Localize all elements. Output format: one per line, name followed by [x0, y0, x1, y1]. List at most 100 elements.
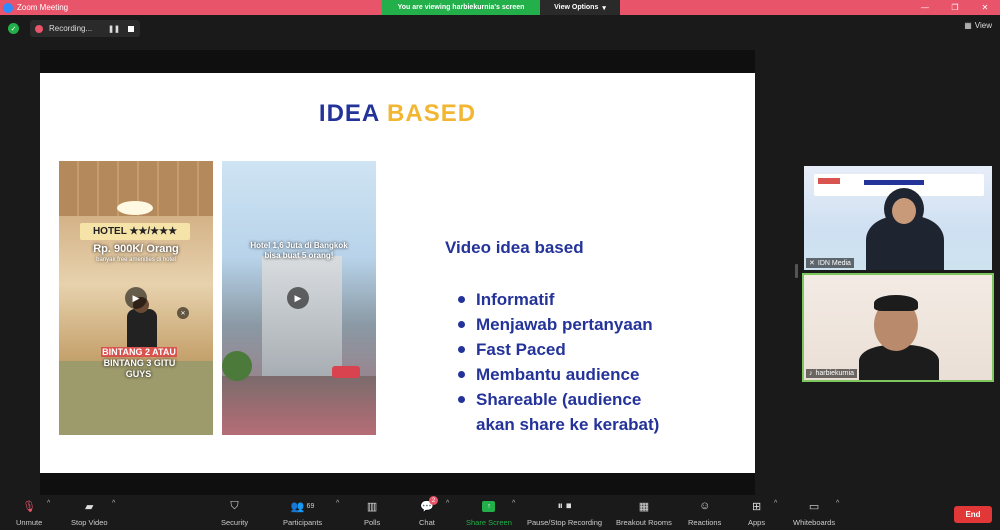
pause-stop-recording-label: Pause/Stop Recording [527, 518, 603, 527]
participants-caret-icon[interactable]: ^ [336, 500, 339, 507]
participant-tile-active-speaker[interactable]: ♪ harbiekurnia [802, 273, 994, 382]
apps-button[interactable]: ⊞ Apps [748, 499, 766, 528]
video-thumbnail-bangkok: Hotel 1,6 Juta di Bangkok bisa buat 5 or… [222, 161, 376, 435]
share-screen-label: Share Screen [466, 518, 512, 527]
view-button-label: View [974, 21, 992, 30]
view-options-label: View Options [554, 4, 599, 11]
microphone-muted-icon: 🎙 [22, 500, 37, 513]
view-options-button[interactable]: View Options ▾ [540, 0, 620, 15]
price-text: Rp. 900K/ Orang [93, 243, 179, 255]
chevron-down-icon: ▾ [602, 4, 606, 12]
unmute-button[interactable]: 🎙 Unmute [16, 499, 43, 528]
bullet-dot-icon [458, 321, 465, 328]
chat-button[interactable]: 💬 2 Chat [419, 496, 439, 527]
video-options-caret-icon[interactable]: ^ [112, 500, 115, 507]
security-button[interactable]: ⛉ Security [221, 499, 248, 528]
recording-indicator: Recording... ❚❚ [30, 20, 140, 37]
face-image [892, 198, 916, 224]
whiteboards-caret-icon[interactable]: ^ [836, 500, 839, 507]
participant-name: harbiekurnia [815, 370, 855, 377]
mute-video-icon[interactable]: ✕ [177, 307, 189, 319]
bullet-text: akan share ke kerabat) [476, 415, 660, 434]
zoom-logo-icon [3, 2, 13, 13]
bullet-text: Fast Paced [476, 340, 566, 359]
audio-options-caret-icon[interactable]: ^ [47, 500, 50, 507]
breakout-rooms-button[interactable]: ▦ Breakout Rooms [616, 499, 672, 528]
slide-title-part2: BASED [387, 100, 477, 127]
hotel-rating-label: HOTEL ★★/★★★ [80, 223, 190, 240]
participants-label: Participants [283, 518, 323, 527]
restore-button[interactable]: ❐ [940, 0, 970, 15]
polls-label: Polls [364, 518, 381, 527]
bullet-item: Menjawab pertanyaan [458, 312, 659, 337]
hair-image [874, 295, 918, 311]
stop-video-label: Stop Video [71, 518, 108, 527]
bullet-dot-icon [458, 371, 465, 378]
video-thumbnail-hotel: HOTEL ★★/★★★ Rp. 900K/ Orang banyak free… [59, 161, 213, 435]
unmute-label: Unmute [16, 518, 43, 527]
chat-label: Chat [419, 518, 435, 527]
pause-icon[interactable]: ❚❚ [108, 25, 120, 33]
bullet-list: Informatif Menjawab pertanyaan Fast Pace… [458, 287, 659, 437]
grid-icon: ▦ [964, 21, 972, 30]
stop-icon[interactable] [127, 25, 134, 32]
pause-stop-recording-button[interactable]: ⏸ ⏹ Pause/Stop Recording [527, 499, 603, 528]
stop-video-button[interactable]: ▰ Stop Video [71, 499, 108, 528]
participants-icon: 👥 69 [290, 500, 315, 513]
info-bar: ✓ Recording... ❚❚ ▦ View [0, 15, 1000, 42]
window-title: Zoom Meeting [17, 3, 69, 12]
banner-text-image [864, 180, 924, 185]
gallery-scroll-handle[interactable] [795, 264, 798, 278]
bullet-text: Informatif [476, 290, 555, 309]
caption-line1: BINTANG 2 ATAU [101, 347, 177, 357]
reactions-button[interactable]: ☺ Reactions [688, 499, 721, 527]
building-image [262, 256, 342, 396]
view-button[interactable]: ▦ View [964, 21, 992, 30]
share-screen-button[interactable]: ↑ Share Screen [466, 499, 512, 527]
bullet-continuation: akan share ke kerabat) [458, 412, 659, 437]
shield-icon[interactable]: ✓ [8, 23, 19, 34]
amenities-text: banyak free amenities di hotel [96, 257, 176, 263]
participants-button[interactable]: 👥 69 Participants [283, 499, 323, 528]
street-image [222, 376, 376, 435]
share-caret-icon[interactable]: ^ [512, 500, 515, 507]
chat-caret-icon[interactable]: ^ [446, 500, 449, 507]
apps-label: Apps [748, 518, 766, 527]
bullet-text: Shareable (audience [476, 390, 642, 409]
slide-title-part1: IDEA [318, 100, 380, 127]
bangkok-caption-line1: Hotel 1,6 Juta di Bangkok [250, 241, 348, 250]
bullet-item: Informatif [458, 287, 659, 312]
share-arrow-icon: ↑ [482, 500, 496, 512]
whiteboards-button[interactable]: ▭ Whiteboards [793, 499, 835, 528]
bullet-item: Fast Paced [458, 337, 659, 362]
participant-tile[interactable]: ✕ IDN Media [804, 166, 992, 270]
participants-count: 69 [306, 502, 315, 510]
chat-icon: 💬 2 [420, 496, 439, 513]
shared-slide: IDEA BASED HOTEL ★★/★★★ Rp. 900K/ Orang … [40, 73, 755, 473]
car-image [332, 366, 360, 378]
end-meeting-button[interactable]: End [954, 506, 992, 523]
record-icon [35, 24, 43, 33]
slide-title: IDEA BASED [40, 100, 755, 128]
person-image [127, 309, 157, 349]
microphone-icon: ♪ [809, 370, 813, 377]
bangkok-caption: Hotel 1,6 Juta di Bangkok bisa buat 5 or… [222, 241, 376, 261]
recording-label: Recording... [49, 24, 93, 33]
bangkok-caption-line2: bisa buat 5 orang! [264, 251, 334, 260]
breakout-rooms-label: Breakout Rooms [616, 518, 672, 527]
share-screen-icon: ↑ [482, 499, 496, 513]
lamp-image [117, 201, 153, 215]
breakout-rooms-icon: ▦ [638, 500, 650, 513]
polls-button[interactable]: ▥ Polls [364, 499, 381, 528]
apps-caret-icon[interactable]: ^ [774, 500, 777, 507]
bullet-item: Shareable (audience [458, 387, 659, 412]
viewing-screen-banner: You are viewing harbiekurnia's screen [382, 0, 540, 15]
play-icon[interactable]: ▶ [287, 287, 309, 309]
pause-stop-icon: ⏸ ⏹ [557, 499, 572, 512]
play-icon[interactable]: ▶ [125, 287, 147, 309]
minimize-button[interactable]: — [910, 0, 940, 15]
shared-screen-top-margin [40, 50, 755, 73]
close-button[interactable]: ✕ [970, 0, 1000, 15]
microphone-muted-icon: ✕ [809, 260, 815, 267]
slide-subtitle: Video idea based [445, 238, 584, 257]
